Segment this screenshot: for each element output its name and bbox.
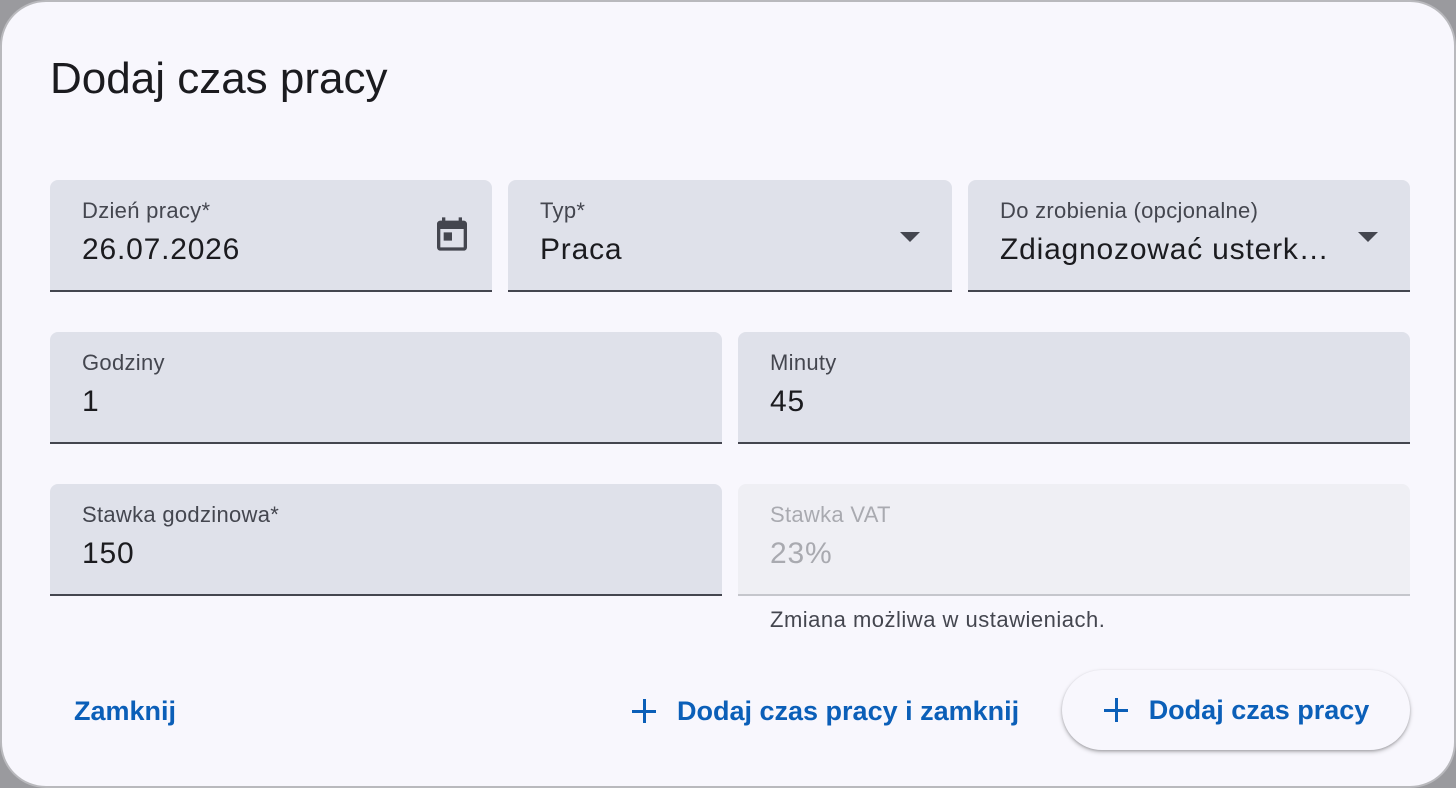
work-day-field[interactable]: Dzień pracy* 26.07.2026 <box>50 180 492 292</box>
todo-select[interactable]: Do zrobienia (opcjonalne) Zdiagnozować u… <box>968 180 1410 292</box>
work-day-value: 26.07.2026 <box>82 233 241 266</box>
plus-icon <box>631 698 657 724</box>
type-label: Typ* <box>540 198 586 223</box>
dropdown-arrow-icon[interactable] <box>900 232 920 242</box>
hours-field[interactable]: Godziny 1 <box>50 332 722 444</box>
close-button[interactable]: Zamknij <box>74 695 176 727</box>
minutes-label: Minuty <box>770 350 837 375</box>
dialog-title: Dodaj czas pracy <box>50 54 388 103</box>
minutes-value: 45 <box>770 385 805 418</box>
vat-rate-label: Stawka VAT <box>770 502 891 527</box>
type-value: Praca <box>540 233 623 266</box>
vat-rate-helper-text: Zmiana możliwa w ustawieniach. <box>770 607 1106 632</box>
close-button-label: Zamknij <box>74 696 177 726</box>
calendar-icon[interactable] <box>432 214 472 254</box>
todo-label: Do zrobienia (opcjonalne) <box>1000 198 1259 223</box>
dropdown-arrow-icon[interactable] <box>1358 232 1378 242</box>
hours-value: 1 <box>82 385 100 418</box>
type-select[interactable]: Typ* Praca <box>508 180 952 292</box>
todo-value: Zdiagnozować usterk… <box>1000 233 1330 266</box>
add-work-time-button[interactable]: Dodaj czas pracy <box>1062 670 1410 750</box>
vat-rate-value: 23% <box>770 537 833 570</box>
hourly-rate-field[interactable]: Stawka godzinowa* 150 <box>50 484 722 596</box>
hourly-rate-label: Stawka godzinowa* <box>82 502 280 527</box>
work-day-label: Dzień pracy* <box>82 198 211 223</box>
add-work-time-dialog: Dodaj czas pracy Dzień pracy* 26.07.2026… <box>0 0 1456 788</box>
add-and-close-button-label: Dodaj czas pracy i zamknij <box>677 696 1020 726</box>
plus-icon <box>1103 697 1129 723</box>
hourly-rate-value: 150 <box>82 537 135 570</box>
add-and-close-button[interactable]: Dodaj czas pracy i zamknij <box>631 695 1019 727</box>
vat-rate-field: Stawka VAT 23% <box>738 484 1410 596</box>
minutes-field[interactable]: Minuty 45 <box>738 332 1410 444</box>
add-work-time-button-label: Dodaj czas pracy <box>1148 695 1370 725</box>
hours-label: Godziny <box>82 350 165 375</box>
